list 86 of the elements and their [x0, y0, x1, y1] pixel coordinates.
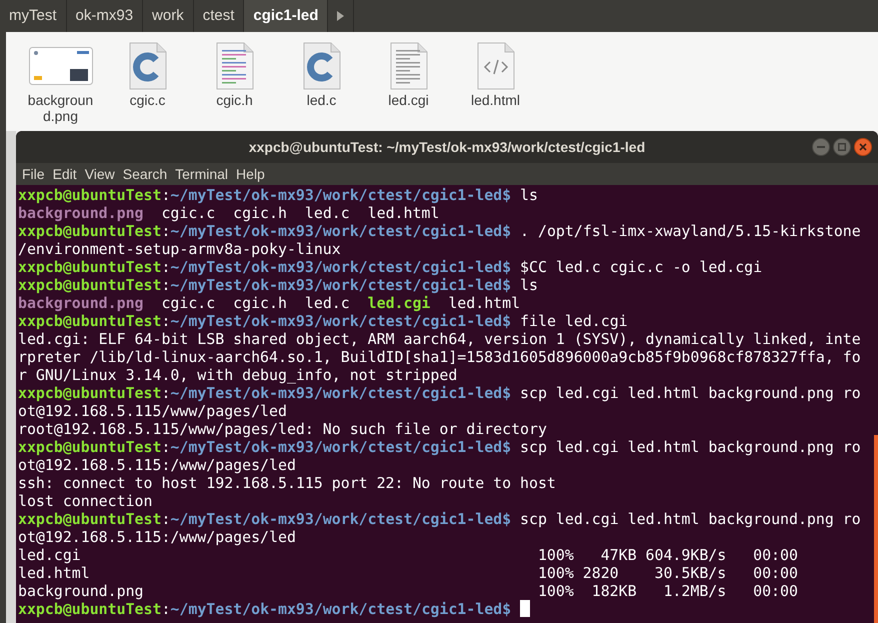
terminal-text: :: [161, 312, 170, 330]
menu-item[interactable]: View: [80, 164, 119, 184]
terminal-text: :: [161, 186, 170, 204]
terminal-text: ~/myTest/ok-mx93/work/ctest/cgic1-led$: [170, 222, 512, 240]
terminal-text: 100% 2820 30.5KB/s 00:00: [538, 564, 798, 582]
terminal-text: ~/myTest/ok-mx93/work/ctest/cgic1-led$: [170, 276, 512, 294]
terminal-text: . /opt/fsl-imx-xwayland/5.15-kirkstone: [519, 222, 861, 240]
terminal-text: ssh: connect to host 192.168.5.115 port 22: No route to host: [18, 474, 556, 492]
terminal-text: xxpcb@ubuntuTest: [18, 276, 162, 294]
minimize-icon: [817, 146, 825, 148]
window-title: xxpcb@ubuntuTest: ~/myTest/ok-mx93/work/ctest/cgic1-led: [248, 138, 646, 157]
c-file-icon: [302, 42, 340, 90]
file-name[interactable]: backgroun d.png: [28, 92, 94, 124]
terminal-text: led.cgi: [368, 294, 430, 312]
terminal-text: r GNU/Linux 3.14.0, with debug_info, not stripped: [18, 366, 458, 384]
code-file-icon: [216, 42, 254, 90]
menu-item[interactable]: Edit: [48, 164, 81, 184]
close-button[interactable]: [854, 138, 872, 156]
file-name[interactable]: led.cgi: [388, 92, 429, 108]
file-name[interactable]: cgic.h: [216, 92, 253, 108]
terminal-text: xxpcb@ubuntuTest: [18, 600, 162, 618]
terminal-text: ~/myTest/ok-mx93/work/ctest/cgic1-led$: [170, 438, 512, 456]
terminal-text: led.cgi: [18, 546, 82, 564]
terminal-text: 100% 182KB 1.2MB/s 00:00: [538, 582, 798, 600]
caret-icon: [337, 11, 344, 21]
terminal-text: xxpcb@ubuntuTest: [18, 186, 162, 204]
terminal-text: ~/myTest/ok-mx93/work/ctest/cgic1-led$: [170, 258, 512, 276]
menu-item[interactable]: File: [18, 164, 49, 184]
terminal-text: /environment-setup-armv8a-poky-linux: [18, 240, 341, 258]
terminal-text: ~/myTest/ok-mx93/work/ctest/cgic1-led$: [170, 312, 512, 330]
terminal-text: xxpcb@ubuntuTest: [18, 510, 162, 528]
terminal-text: cgic.c cgic.h led.c: [160, 294, 351, 312]
terminal-text: ls: [519, 186, 538, 204]
menu-item[interactable]: Terminal: [171, 164, 232, 184]
menu-item[interactable]: Help: [232, 164, 269, 184]
terminal-text: background.png: [18, 204, 144, 222]
terminal-text: :: [161, 384, 170, 402]
file-name[interactable]: led.c: [306, 92, 336, 108]
terminal-text: 100% 47KB 604.9KB/s 00:00: [538, 546, 798, 564]
terminal-text: ~/myTest/ok-mx93/work/ctest/cgic1-led$: [170, 186, 512, 204]
menu-item[interactable]: Search: [118, 164, 172, 184]
terminal-text: ls: [519, 276, 538, 294]
minimize-button[interactable]: [812, 138, 830, 156]
terminal-text: background.png: [18, 294, 144, 312]
terminal-text: background.png: [18, 582, 145, 600]
file-name[interactable]: led.html: [470, 92, 520, 108]
terminal-text: ~/myTest/ok-mx93/work/ctest/cgic1-led$: [170, 384, 512, 402]
terminal-text: led.cgi: ELF 64-bit LSB shared object, ARM aarch64, version 1 (SYSV), dynamically linked, inte: [18, 330, 861, 348]
terminal-text: xxpcb@ubuntuTest: [18, 312, 162, 330]
breadcrumb-button[interactable]: cgic1-led: [244, 0, 328, 32]
terminal-text: scp led.cgi led.html background.png ro: [519, 438, 861, 456]
terminal-text: xxpcb@ubuntuTest: [18, 222, 162, 240]
file-name[interactable]: cgic.c: [130, 92, 166, 108]
terminal-text: :: [161, 258, 170, 276]
close-icon: [859, 143, 867, 151]
terminal-text: :: [161, 222, 170, 240]
terminal-text: lost connection: [18, 492, 152, 510]
text-file-icon: [390, 42, 428, 90]
terminal-text: $CC led.c cgic.c -o led.cgi: [519, 258, 762, 276]
terminal-text: ot@192.168.5.115/www/pages/led: [18, 402, 287, 420]
terminal-text: :: [161, 600, 170, 618]
maximize-icon: [838, 143, 846, 151]
terminal-text: rpreter /lib/ld-linux-aarch64.so.1, BuildID[sha1]=1583d1605d896000a9cb85f9b0968cf878327ffa, fo: [18, 348, 861, 366]
terminal-text: :: [161, 510, 170, 528]
terminal-text: root@192.168.5.115/www/pages/led: No such file or directory: [18, 420, 547, 438]
html-file-icon: [476, 42, 514, 90]
terminal-text: ot@192.168.5.115:/www/pages/led: [18, 456, 296, 474]
terminal-text: led.html: [18, 564, 91, 582]
terminal-text: ~/myTest/ok-mx93/work/ctest/cgic1-led$: [170, 600, 512, 618]
terminal-text: :: [161, 438, 170, 456]
maximize-button[interactable]: [833, 138, 851, 156]
image-thumbnail-icon: [28, 47, 92, 85]
terminal-text: ot@192.168.5.115:/www/pages/led: [18, 528, 296, 546]
text-cursor: [520, 600, 530, 617]
c-file-icon: [128, 42, 166, 90]
terminal-text: file led.cgi: [519, 312, 628, 330]
terminal-text: scp led.cgi led.html background.png ro: [519, 510, 861, 528]
terminal-text: led.html: [447, 294, 520, 312]
terminal-text: :: [161, 276, 170, 294]
scrollbar[interactable]: [874, 435, 878, 623]
terminal-text: cgic.c cgic.h led.c led.html: [160, 204, 440, 222]
terminal-text: scp led.cgi led.html background.png ro: [519, 384, 861, 402]
terminal-text: xxpcb@ubuntuTest: [18, 258, 162, 276]
terminal-text: xxpcb@ubuntuTest: [18, 438, 162, 456]
terminal-text: xxpcb@ubuntuTest: [18, 384, 162, 402]
terminal-text: ~/myTest/ok-mx93/work/ctest/cgic1-led$: [170, 510, 512, 528]
